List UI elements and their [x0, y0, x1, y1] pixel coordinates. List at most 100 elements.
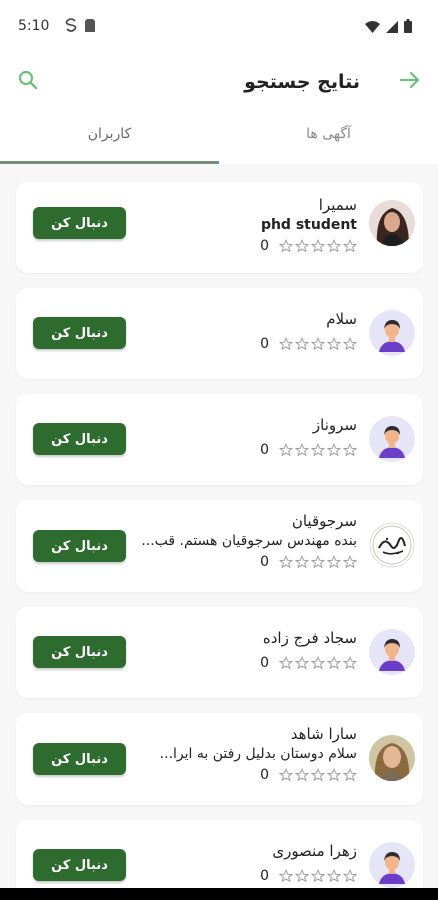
rating-count: 0 [260, 442, 269, 458]
star-rating [279, 768, 357, 782]
star-outline-icon [327, 656, 341, 670]
star-outline-icon [311, 337, 325, 351]
user-bio: phd student [260, 217, 357, 233]
star-rating [279, 337, 357, 351]
search-icon[interactable] [18, 70, 38, 94]
star-outline-icon [311, 443, 325, 457]
star-outline-icon [327, 443, 341, 457]
signal-icon [386, 18, 398, 37]
rating-row: 0 [127, 554, 357, 570]
star-outline-icon [279, 555, 293, 569]
tab-users[interactable]: کاربران [0, 112, 219, 164]
star-outline-icon [327, 555, 341, 569]
tab-ads[interactable]: آگهی ها [219, 112, 438, 164]
follow-button[interactable]: دنبال کن [33, 317, 126, 349]
rating-count: 0 [260, 554, 269, 570]
star-outline-icon [295, 768, 309, 782]
wifi-icon [365, 18, 380, 37]
star-outline-icon [343, 555, 357, 569]
status-bar: 5:10 [0, 0, 438, 52]
avatar [369, 416, 415, 462]
star-rating [279, 869, 357, 883]
rating-count: 0 [260, 655, 269, 671]
star-outline-icon [311, 239, 325, 253]
user-bio: سلام دوستان بدلیل رفتن به ایرا... [159, 746, 357, 762]
follow-button[interactable]: دنبال کن [33, 743, 126, 775]
rating-count: 0 [260, 238, 269, 254]
list-item[interactable]: سرجوقیان بنده مهندس سرجوقیان هستم. قب...… [16, 500, 423, 592]
app-bar: نتایج جستجو [0, 52, 438, 112]
star-outline-icon [295, 443, 309, 457]
star-outline-icon [311, 555, 325, 569]
star-outline-icon [295, 869, 309, 883]
user-name: سلام [326, 310, 357, 328]
rating-count: 0 [260, 767, 269, 783]
avatar [369, 842, 415, 888]
star-outline-icon [311, 656, 325, 670]
user-name: زهرا منصوری [272, 842, 357, 860]
star-outline-icon [343, 656, 357, 670]
star-outline-icon [295, 239, 309, 253]
star-outline-icon [343, 239, 357, 253]
star-outline-icon [279, 869, 293, 883]
star-outline-icon [295, 337, 309, 351]
follow-button[interactable]: دنبال کن [33, 849, 126, 881]
tab-users-label: کاربران [87, 126, 132, 142]
star-outline-icon [327, 337, 341, 351]
rating-row: 0 [127, 655, 357, 671]
user-name: سجاد فرج زاده [262, 629, 357, 647]
page-title: نتایج جستجو [244, 71, 360, 93]
star-outline-icon [279, 768, 293, 782]
rating-row: 0 [127, 868, 357, 884]
star-rating [279, 443, 357, 457]
star-outline-icon [279, 656, 293, 670]
user-name: سارا شاهد [290, 725, 357, 743]
star-outline-icon [327, 239, 341, 253]
rating-row: 0 [127, 767, 357, 783]
user-name: سمیرا [318, 196, 357, 214]
star-outline-icon [295, 656, 309, 670]
arrow-right-icon[interactable] [399, 71, 420, 93]
rating-row: 0 [127, 238, 357, 254]
battery-icon [404, 18, 412, 37]
star-rating [279, 656, 357, 670]
avatar [369, 310, 415, 356]
star-rating [279, 555, 357, 569]
app-s-icon [65, 17, 77, 36]
rating-row: 0 [127, 336, 357, 352]
user-name: سرجوقیان [291, 512, 357, 530]
star-outline-icon [343, 337, 357, 351]
system-nav-bar [0, 888, 438, 900]
star-outline-icon [279, 337, 293, 351]
avatar [369, 522, 415, 568]
status-time: 5:10 [18, 18, 50, 34]
rating-count: 0 [260, 868, 269, 884]
star-outline-icon [343, 443, 357, 457]
list-item[interactable]: سارا شاهد سلام دوستان بدلیل رفتن به ایرا… [16, 713, 423, 805]
star-outline-icon [343, 869, 357, 883]
list-item[interactable]: سمیرا phd student 0 دنبال کن [16, 182, 423, 273]
sim-card-icon [85, 17, 96, 36]
follow-button[interactable]: دنبال کن [33, 636, 126, 668]
user-list: سمیرا phd student 0 دنبال کن سلام 0 دنبا… [0, 164, 438, 888]
list-item[interactable]: سجاد فرج زاده 0 دنبال کن [16, 607, 423, 698]
star-rating [279, 239, 357, 253]
tab-bar: کاربران آگهی ها [0, 112, 438, 164]
star-outline-icon [311, 869, 325, 883]
star-outline-icon [343, 768, 357, 782]
list-item[interactable]: زهرا منصوری 0 دنبال کن [16, 820, 423, 888]
rating-count: 0 [260, 336, 269, 352]
star-outline-icon [327, 869, 341, 883]
avatar [369, 629, 415, 675]
star-outline-icon [279, 239, 293, 253]
follow-button[interactable]: دنبال کن [33, 423, 126, 455]
list-item[interactable]: سروناز 0 دنبال کن [16, 394, 423, 485]
star-outline-icon [311, 768, 325, 782]
follow-button[interactable]: دنبال کن [33, 530, 126, 562]
user-name: سروناز [312, 416, 357, 434]
star-outline-icon [295, 555, 309, 569]
star-outline-icon [327, 768, 341, 782]
list-item[interactable]: سلام 0 دنبال کن [16, 288, 423, 379]
tab-ads-label: آگهی ها [306, 126, 351, 142]
follow-button[interactable]: دنبال کن [33, 207, 126, 239]
